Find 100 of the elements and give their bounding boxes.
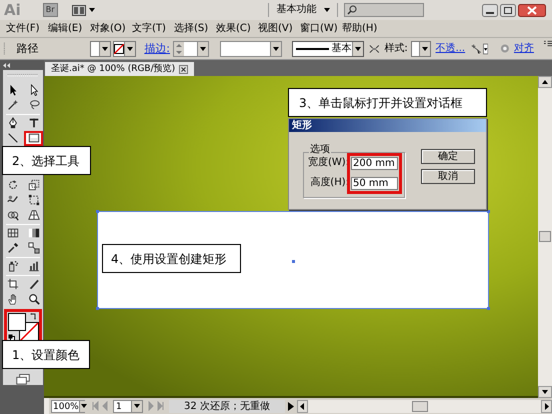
workspace-switcher[interactable]: 基本功能 xyxy=(276,5,331,15)
page-number: 1 xyxy=(115,400,123,412)
status-bar xyxy=(44,398,49,414)
collapse-icon[interactable] xyxy=(3,62,10,68)
dialog-title: 矩形 xyxy=(292,120,312,130)
swap-icon[interactable] xyxy=(30,312,37,320)
vertical-scrollbar[interactable] xyxy=(538,76,552,398)
stroke-weight-field[interactable] xyxy=(173,40,209,56)
callout-text: 4、使用设置创建矩形 xyxy=(111,252,227,264)
free-transform-icon xyxy=(26,194,40,206)
menu-item[interactable]: 帮助(H) xyxy=(342,24,384,34)
selection-handle[interactable] xyxy=(96,307,99,310)
dialog-button[interactable]: 取消 xyxy=(421,169,475,184)
page-dropdown[interactable]: 1 xyxy=(113,400,143,412)
grip-icon[interactable] xyxy=(6,73,40,77)
scroll-down-icon[interactable] xyxy=(538,386,552,398)
zoom-value: 100% xyxy=(52,400,79,412)
scroll-thumb[interactable] xyxy=(539,231,551,242)
eyedropper-icon xyxy=(6,242,20,254)
tool-button[interactable] xyxy=(24,130,43,146)
scroll-right-icon[interactable] xyxy=(541,400,552,412)
caret-icon[interactable] xyxy=(272,44,280,52)
input-field[interactable]: 200 mm xyxy=(351,157,398,170)
caret-icon[interactable] xyxy=(322,6,331,14)
caret-icon[interactable] xyxy=(133,402,141,410)
no-stroke-icon xyxy=(114,44,124,54)
menu-item[interactable]: 对象(O) xyxy=(90,24,132,34)
screen-mode-icon[interactable] xyxy=(16,374,30,385)
center-point xyxy=(292,260,295,263)
bar-chart-icon xyxy=(26,260,40,272)
type-icon xyxy=(26,117,40,130)
menu-item[interactable]: 视图(V) xyxy=(258,24,300,34)
dialog-button[interactable]: 确定 xyxy=(421,149,475,164)
zoom-dropdown[interactable]: 100% xyxy=(51,400,85,412)
caret-icon[interactable] xyxy=(126,44,134,52)
menu-item[interactable]: 文件(F) xyxy=(6,24,48,34)
callout-text: 3、单击鼠标打开并设置对话框 xyxy=(299,96,463,108)
input-field[interactable]: 50 mm xyxy=(351,177,398,190)
align-link[interactable]: 对齐 xyxy=(514,44,534,54)
scroll-left-icon[interactable] xyxy=(297,400,308,412)
style-swatch-dropdown[interactable] xyxy=(410,40,431,56)
search-icon xyxy=(346,5,357,15)
perspective-grid-icon xyxy=(26,209,40,222)
selection-type-label: 路径 xyxy=(16,43,39,54)
selection-handle[interactable] xyxy=(96,210,99,213)
blend-icon xyxy=(26,242,40,254)
bridge-button[interactable]: Br xyxy=(42,3,58,17)
gradient-icon xyxy=(26,227,40,240)
close-icon[interactable] xyxy=(518,4,546,16)
rectangle-icon xyxy=(28,132,40,144)
scroll-thumb[interactable] xyxy=(412,400,428,412)
brush-stroke-preview xyxy=(296,48,329,50)
spinner-icon[interactable] xyxy=(174,42,184,56)
maximize-icon[interactable] xyxy=(500,4,516,16)
brush-dropdown[interactable]: 基本 xyxy=(292,40,364,56)
caret-icon[interactable] xyxy=(354,44,362,52)
scroll-up-icon[interactable] xyxy=(538,76,552,88)
arrange-documents-icon[interactable] xyxy=(72,4,86,16)
knife-icon xyxy=(26,278,40,290)
menu-item[interactable]: 选择(S) xyxy=(174,24,216,34)
recolor-icon[interactable] xyxy=(471,42,482,54)
caret-icon[interactable] xyxy=(80,402,88,410)
menu-item[interactable]: 编辑(E) xyxy=(48,24,90,34)
caret-icon[interactable] xyxy=(101,44,110,52)
artboard-icon xyxy=(6,278,20,290)
app-logo: Ai xyxy=(4,2,21,18)
document-tab[interactable]: 圣诞.ai* @ 100% (RGB/预览) xyxy=(45,62,194,76)
shape-builder-icon xyxy=(6,209,20,222)
wand-icon xyxy=(6,99,20,112)
horizontal-scrollbar[interactable] xyxy=(297,400,552,412)
menu-item[interactable]: 文字(T) xyxy=(132,24,174,34)
menu-item[interactable]: 效果(C) xyxy=(216,24,258,34)
search-field[interactable] xyxy=(344,3,424,17)
field-label: 宽度(W): xyxy=(308,158,349,168)
brush-options-icon[interactable] xyxy=(368,44,380,54)
line-icon xyxy=(6,132,20,144)
caret-icon[interactable] xyxy=(88,6,96,14)
stroke-swatch-dropdown[interactable] xyxy=(113,40,136,56)
menu-item[interactable]: 窗口(W) xyxy=(300,24,342,34)
group-label: 选项 xyxy=(309,145,331,155)
play-icon[interactable] xyxy=(287,402,294,410)
mesh-icon xyxy=(6,227,20,240)
zoom-icon xyxy=(26,293,40,306)
callout-text: 1、设置颜色 xyxy=(12,348,80,360)
scale-icon xyxy=(26,179,40,192)
selection-handle[interactable] xyxy=(487,307,490,310)
stroke-link[interactable]: 描边: xyxy=(144,43,170,54)
caret-icon[interactable] xyxy=(482,42,488,54)
status-info[interactable]: 32 次还原；无重做 xyxy=(169,400,285,412)
style-label: 样式: xyxy=(384,44,408,54)
fill-swatch-dropdown[interactable] xyxy=(90,40,112,56)
opacity-link[interactable]: 不透... xyxy=(436,44,466,54)
caret-icon[interactable] xyxy=(420,44,429,52)
callout-text: 2、选择工具 xyxy=(12,154,80,166)
grip-icon[interactable] xyxy=(3,40,6,56)
caret-icon[interactable] xyxy=(198,44,207,52)
close-icon[interactable] xyxy=(179,64,188,74)
minimize-icon[interactable] xyxy=(482,4,498,16)
panel-menu-icon[interactable] xyxy=(544,40,552,47)
document-tab-title[interactable]: 圣诞.ai* @ 100% (RGB/预览) xyxy=(51,64,176,74)
